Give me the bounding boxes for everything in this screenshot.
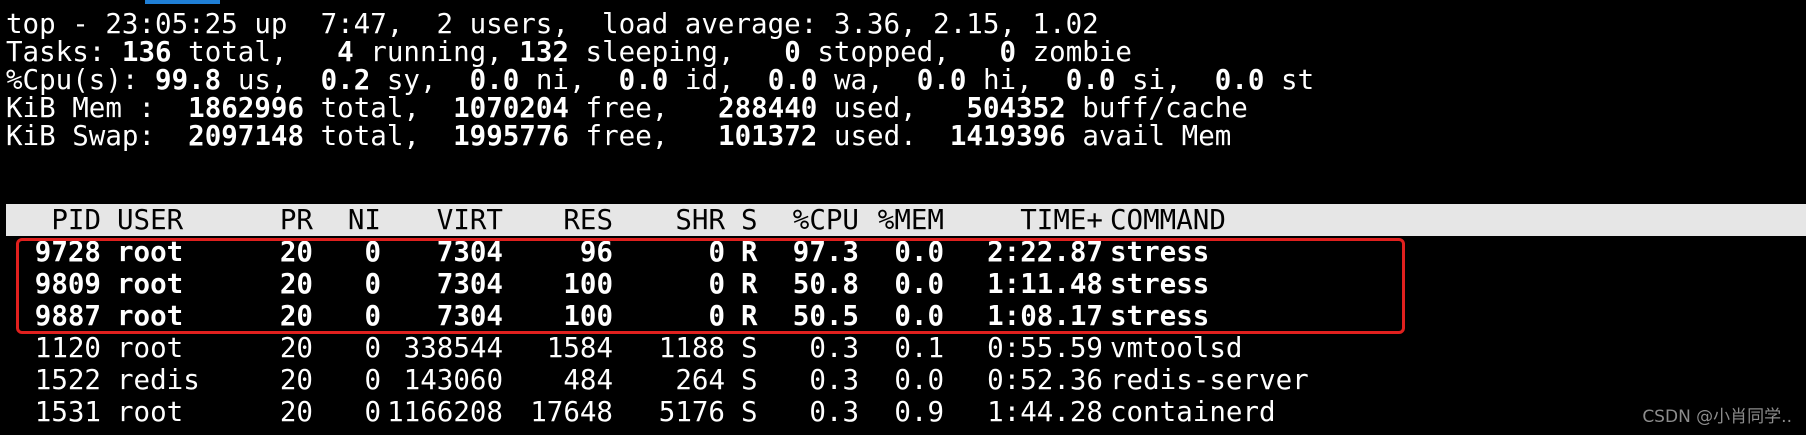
cell-pid: 1120 xyxy=(34,332,101,364)
cell-cpu: 0.3 xyxy=(809,396,859,428)
cell-shr: 264 xyxy=(675,364,725,396)
cell-shr: 1188 xyxy=(658,332,725,364)
cell-pr: 20 xyxy=(279,332,313,364)
cell-res: 484 xyxy=(563,364,613,396)
cell-mem: 0.1 xyxy=(894,332,944,364)
table-row[interactable]: 1522 redis 20 0 143060 484 264 S 0.3 0.0 0:52.36 re… xyxy=(0,364,1806,396)
header-mem[interactable]: %MEM xyxy=(861,204,944,236)
cell-time: 1:44.28 xyxy=(987,396,1103,428)
swap-label: KiB Swap: xyxy=(6,120,156,152)
cell-pid: 1531 xyxy=(34,396,101,428)
cell-pr: 20 xyxy=(279,396,313,428)
cell-ni: 0 xyxy=(364,364,381,396)
highlight-annotation-box xyxy=(16,238,1405,334)
active-tab-indicator xyxy=(145,0,220,4)
cell-res: 17648 xyxy=(530,396,613,428)
header-s[interactable]: S xyxy=(741,204,758,236)
cell-cpu: 0.3 xyxy=(809,332,859,364)
swap-free: 1995776 xyxy=(453,120,569,152)
cell-virt: 1166208 xyxy=(387,396,503,428)
cell-s: S xyxy=(741,332,758,364)
cell-user: root xyxy=(117,396,184,428)
cell-s: S xyxy=(741,396,758,428)
cell-pr: 20 xyxy=(279,364,313,396)
table-row[interactable]: 1531 root 20 0 1166208 17648 5176 S 0.3 0.9 1:44.2… xyxy=(0,396,1806,428)
cell-pid: 1522 xyxy=(34,364,101,396)
cell-command: vmtoolsd xyxy=(1110,332,1243,364)
swap-free-label: free, xyxy=(585,120,669,152)
swap-avail: 1419396 xyxy=(949,120,1066,152)
swap-used-label: used. xyxy=(833,120,917,152)
table-row[interactable]: 1120 root 20 0 338544 1584 1188 S 0.3 0.1 0:55.59 v… xyxy=(0,332,1806,364)
cell-shr: 5176 xyxy=(658,396,725,428)
header-pr[interactable]: PR xyxy=(246,204,313,236)
watermark: CSDN @小肖同学.. xyxy=(1642,407,1792,427)
cell-virt: 143060 xyxy=(403,364,503,396)
header-shr[interactable]: SHR xyxy=(626,204,725,236)
cell-user: root xyxy=(117,332,184,364)
cell-time: 0:52.36 xyxy=(987,364,1103,396)
cell-res: 1584 xyxy=(546,332,613,364)
swap-total: 2097148 xyxy=(188,120,305,152)
cell-command: containerd xyxy=(1110,396,1276,428)
cell-user: redis xyxy=(117,364,200,396)
header-time[interactable]: TIME+ xyxy=(966,204,1103,236)
cpu-st-label: st xyxy=(1281,64,1315,96)
cell-mem: 0.9 xyxy=(894,396,944,428)
header-ni[interactable]: NI xyxy=(316,204,381,236)
header-virt[interactable]: VIRT xyxy=(376,204,503,236)
swap-line: KiB Swap: 2097148 total, 1995776 free, 1… xyxy=(6,120,1231,152)
cell-virt: 338544 xyxy=(403,332,503,364)
header-user[interactable]: USER xyxy=(117,204,183,236)
swap-total-label: total, xyxy=(320,120,420,152)
header-res[interactable]: RES xyxy=(506,204,613,236)
cell-ni: 0 xyxy=(364,332,381,364)
cell-command: redis-server xyxy=(1110,364,1309,396)
header-cpu[interactable]: %CPU xyxy=(776,204,859,236)
cell-cpu: 0.3 xyxy=(809,364,859,396)
swap-used: 101372 xyxy=(718,120,818,152)
cell-ni: 0 xyxy=(364,396,381,428)
header-command[interactable]: COMMAND xyxy=(1110,204,1226,236)
cell-s: S xyxy=(741,364,758,396)
process-table-header: PID USER PR NI VIRT RES SHR S %CPU %MEM … xyxy=(6,204,1806,236)
swap-avail-label: avail Mem xyxy=(1082,120,1232,152)
cell-mem: 0.0 xyxy=(894,364,944,396)
cell-time: 0:55.59 xyxy=(987,332,1103,364)
header-pid[interactable]: PID xyxy=(6,204,101,236)
